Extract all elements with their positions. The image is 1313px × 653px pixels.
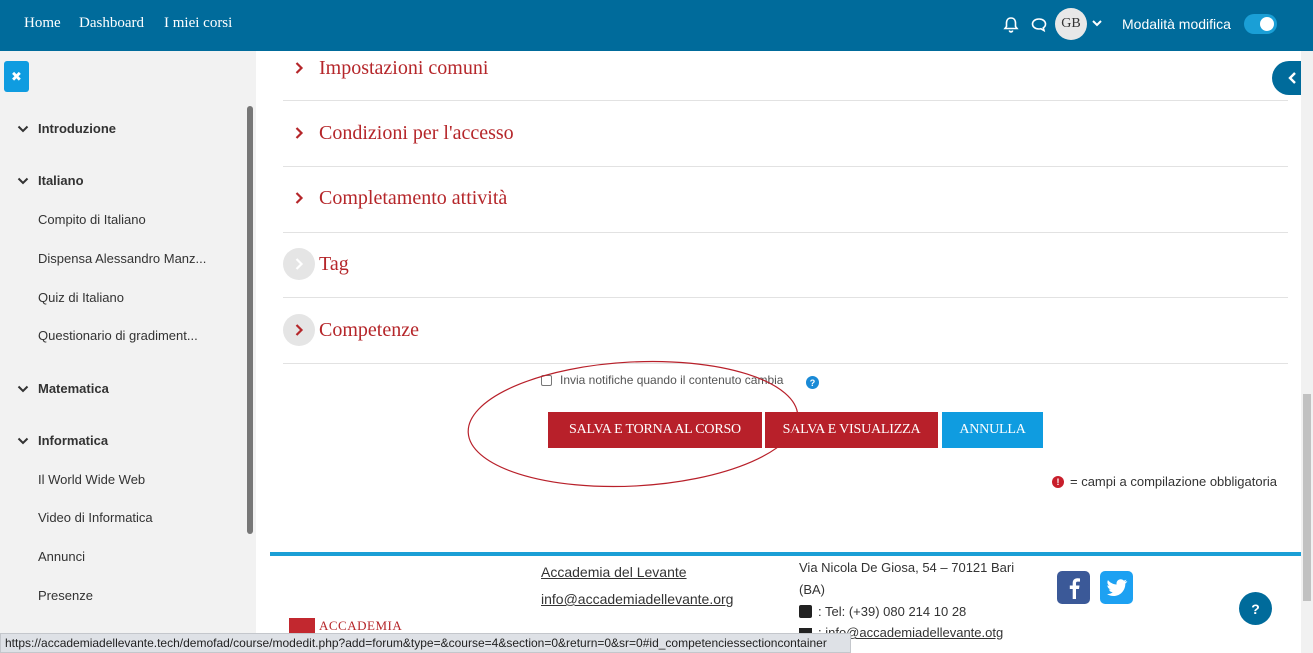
section-divider	[283, 232, 1288, 233]
drawer-activity-link[interactable]: Questionario di gradiment...	[38, 328, 198, 343]
page-scrollbar[interactable]	[1301, 51, 1313, 653]
drawer-section-matematica[interactable]: Matematica	[16, 381, 109, 396]
drawer-scrollbar[interactable]	[247, 106, 253, 534]
chevron-left-icon	[1287, 72, 1296, 84]
section-header-common-settings[interactable]: Impostazioni comuni	[283, 52, 488, 84]
notify-checkbox-row[interactable]: Invia notifiche quando il contenuto camb…	[541, 373, 783, 387]
chevron-right-icon	[283, 117, 315, 149]
logo-mark-icon	[289, 618, 315, 634]
cancel-button[interactable]: ANNULLA	[942, 412, 1043, 448]
chevron-down-icon	[17, 177, 29, 184]
chevron-down-icon	[17, 437, 29, 444]
help-floating-button[interactable]: ?	[1239, 592, 1272, 625]
exclamation-icon: !	[1052, 475, 1064, 488]
footer-address: Via Nicola De Giosa, 54 – 70121 Bari	[799, 560, 1015, 575]
chevron-down-icon	[17, 125, 29, 132]
section-header-tags[interactable]: Tag	[283, 248, 349, 280]
drawer-activity-link[interactable]: Dispensa Alessandro Manz...	[38, 251, 206, 266]
required-fields-note: ! = campi a compilazione obbligatoria	[1052, 474, 1277, 489]
drawer-section-introduzione[interactable]: Introduzione	[16, 121, 116, 136]
footer-email-link[interactable]: info@accademiadellevante.org	[541, 591, 733, 607]
close-icon: ✖	[11, 68, 22, 84]
message-icon[interactable]	[1029, 15, 1049, 35]
phone-icon	[799, 605, 812, 618]
footer-logo: ACCADEMIA	[289, 618, 402, 634]
twitter-icon[interactable]	[1100, 571, 1133, 604]
drawer-activity-link[interactable]: Compito di Italiano	[38, 212, 146, 227]
edit-mode-label: Modalità modifica	[1122, 16, 1231, 32]
section-divider	[283, 363, 1288, 364]
chevron-right-icon	[283, 182, 315, 214]
nav-home-link[interactable]: Home	[24, 15, 61, 32]
chevron-down-icon	[17, 385, 29, 392]
footer-top-border	[270, 552, 1301, 556]
nav-dashboard-link[interactable]: Dashboard	[79, 15, 144, 32]
drawer-section-informatica[interactable]: Informatica	[16, 433, 108, 448]
section-divider	[283, 100, 1288, 101]
user-avatar[interactable]: GB	[1055, 8, 1087, 40]
drawer-activity-link[interactable]: Annunci	[38, 549, 85, 564]
bell-icon[interactable]	[1001, 15, 1021, 35]
chevron-right-icon	[283, 314, 315, 346]
save-and-display-button[interactable]: SALVA E VISUALIZZA	[765, 412, 938, 448]
scrollbar-thumb[interactable]	[1303, 394, 1311, 601]
footer-name-link[interactable]: Accademia del Levante	[541, 564, 687, 580]
section-divider	[283, 166, 1288, 167]
footer-address-province: (BA)	[799, 582, 825, 597]
save-and-return-button[interactable]: SALVA E TORNA AL CORSO	[548, 412, 762, 448]
footer-phone: : Tel: (+39) 080 214 10 28	[799, 604, 966, 619]
drawer-section-italiano[interactable]: Italiano	[16, 173, 84, 188]
edit-mode-toggle[interactable]	[1244, 14, 1277, 34]
top-navbar: Home Dashboard I miei corsi GB Modalità …	[0, 0, 1313, 51]
section-header-activity-completion[interactable]: Completamento attività	[283, 182, 507, 214]
nav-my-courses-link[interactable]: I miei corsi	[164, 15, 232, 32]
chevron-down-icon[interactable]	[1090, 16, 1104, 30]
facebook-icon[interactable]	[1057, 571, 1090, 604]
chevron-right-icon	[283, 248, 315, 280]
notify-checkbox[interactable]	[541, 374, 552, 386]
drawer-activity-link[interactable]: Quiz di Italiano	[38, 290, 124, 305]
section-header-access-restrictions[interactable]: Condizioni per l'accesso	[283, 117, 514, 149]
section-header-competencies[interactable]: Competenze	[283, 314, 419, 346]
status-url-bar: https://accademiadellevante.tech/demofad…	[0, 633, 851, 653]
drawer-activity-link[interactable]: Il World Wide Web	[38, 472, 145, 487]
help-icon[interactable]: ?	[806, 376, 819, 389]
drawer-activity-link[interactable]: Video di Informatica	[38, 510, 153, 525]
close-drawer-button[interactable]: ✖	[4, 61, 29, 92]
chevron-right-icon	[283, 52, 315, 84]
drawer-activity-link[interactable]: Presenze	[38, 588, 93, 603]
section-divider	[283, 297, 1288, 298]
